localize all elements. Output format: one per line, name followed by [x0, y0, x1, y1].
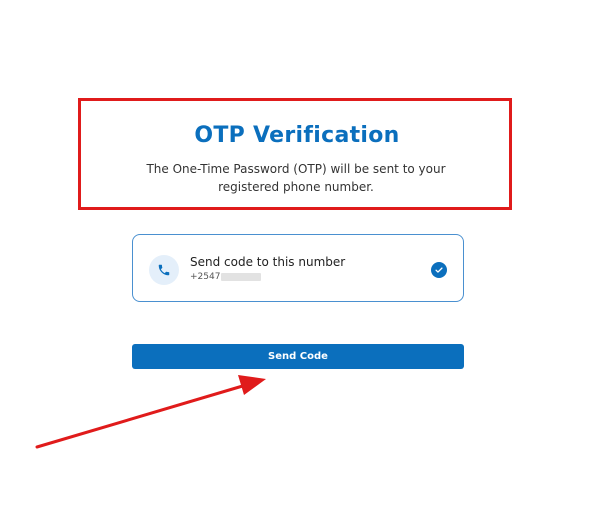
annotation-arrow	[35, 375, 266, 449]
